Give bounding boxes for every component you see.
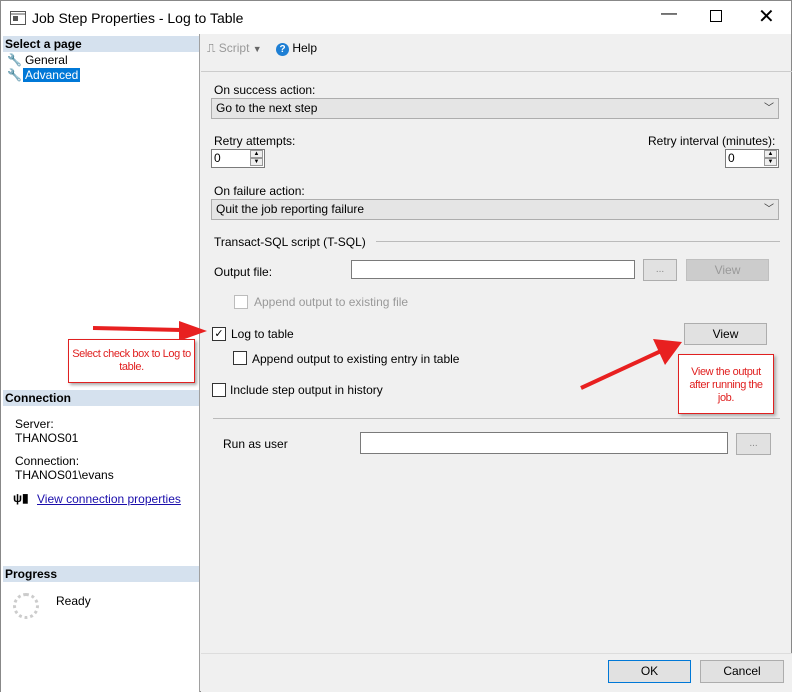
append-entry-checkbox[interactable] bbox=[233, 351, 247, 365]
progress-status: Ready bbox=[56, 594, 91, 608]
run-as-user-browse-button[interactable]: ... bbox=[736, 433, 771, 455]
wrench-icon: 🔧 bbox=[7, 68, 22, 82]
close-icon[interactable]: ✕ bbox=[758, 4, 775, 29]
tsql-section-label: Transact-SQL script (T-SQL) bbox=[214, 235, 366, 249]
annotation-note-view-output: View the output after running the job. bbox=[678, 354, 774, 414]
append-output-file-label: Append output to existing file bbox=[254, 295, 409, 309]
chevron-down-icon: ﹀ bbox=[764, 204, 774, 215]
window-title: Job Step Properties - Log to Table bbox=[32, 10, 244, 26]
include-history-checkbox[interactable] bbox=[212, 383, 226, 397]
output-file-label: Output file: bbox=[214, 265, 273, 279]
run-as-user-input[interactable] bbox=[360, 432, 728, 454]
log-to-table-label: Log to table bbox=[231, 327, 294, 341]
retry-attempts-label: Retry attempts: bbox=[214, 134, 296, 148]
checkmark-icon: ✓ bbox=[214, 328, 224, 340]
server-label: Server: bbox=[15, 417, 54, 431]
window-icon bbox=[10, 11, 26, 25]
annotation-arrow-2 bbox=[580, 339, 682, 390]
connection-plug-icon: ψ▮ bbox=[13, 491, 29, 505]
wrench-icon: 🔧 bbox=[7, 53, 22, 67]
connection-label: Connection: bbox=[15, 454, 80, 468]
view-output-file-button[interactable]: View bbox=[686, 259, 769, 281]
append-entry-label: Append output to existing entry in table bbox=[252, 352, 460, 366]
sidebar-item-advanced[interactable]: 🔧 Advanced bbox=[7, 68, 81, 82]
script-icon: ⎍ bbox=[207, 41, 216, 55]
chevron-down-icon: ﹀ bbox=[764, 103, 774, 114]
server-value: THANOS01 bbox=[15, 431, 79, 445]
maximize-icon[interactable] bbox=[710, 10, 722, 22]
spin-down-icon[interactable]: ▼ bbox=[250, 158, 263, 166]
section-divider bbox=[376, 241, 780, 242]
ok-button[interactable]: OK bbox=[608, 660, 691, 683]
title-bar: Job Step Properties - Log to Table — ✕ bbox=[1, 1, 791, 34]
on-failure-dropdown[interactable]: Quit the job reporting failure ﹀ bbox=[211, 199, 779, 220]
help-icon: ? bbox=[276, 43, 289, 56]
toolbar-divider bbox=[201, 71, 792, 72]
retry-interval-stepper[interactable]: 0 ▲ ▼ bbox=[725, 149, 779, 168]
progress-header: Progress bbox=[3, 566, 199, 582]
output-file-input[interactable] bbox=[351, 260, 635, 279]
connection-header: Connection bbox=[3, 390, 199, 406]
select-page-header: Select a page bbox=[3, 36, 199, 52]
spin-up-icon[interactable]: ▲ bbox=[764, 150, 777, 158]
progress-spinner-icon bbox=[13, 593, 39, 619]
section-divider bbox=[213, 418, 780, 419]
spin-down-icon[interactable]: ▼ bbox=[764, 158, 777, 166]
append-output-file-checkbox[interactable] bbox=[234, 295, 248, 309]
view-table-log-button[interactable]: View bbox=[684, 323, 767, 345]
cancel-button[interactable]: Cancel bbox=[700, 660, 784, 683]
on-success-dropdown[interactable]: Go to the next step ﹀ bbox=[211, 98, 779, 119]
include-history-label: Include step output in history bbox=[230, 383, 383, 397]
view-connection-properties-link[interactable]: View connection properties bbox=[37, 492, 181, 506]
annotation-note-log-to-table: Select check box to Log to table. bbox=[68, 339, 195, 383]
minimize-icon[interactable]: — bbox=[661, 5, 677, 23]
run-as-user-label: Run as user bbox=[223, 437, 288, 451]
help-button[interactable]: ? Help bbox=[276, 41, 317, 56]
retry-interval-label: Retry interval (minutes): bbox=[648, 134, 776, 148]
output-file-browse-button[interactable]: ... bbox=[643, 259, 677, 281]
sidebar-item-general[interactable]: 🔧 General bbox=[7, 53, 68, 67]
retry-attempts-stepper[interactable]: 0 ▲ ▼ bbox=[211, 149, 265, 168]
spin-up-icon[interactable]: ▲ bbox=[250, 150, 263, 158]
on-failure-label: On failure action: bbox=[214, 184, 305, 198]
on-success-label: On success action: bbox=[214, 83, 316, 97]
dropdown-arrow-icon: ▼ bbox=[252, 44, 262, 54]
log-to-table-checkbox[interactable]: ✓ bbox=[212, 327, 226, 341]
connection-value: THANOS01\evans bbox=[15, 468, 114, 482]
job-step-properties-dialog: Job Step Properties - Log to Table — ✕ S… bbox=[0, 0, 792, 692]
script-button[interactable]: ⎍ Script ▼ bbox=[207, 41, 262, 56]
